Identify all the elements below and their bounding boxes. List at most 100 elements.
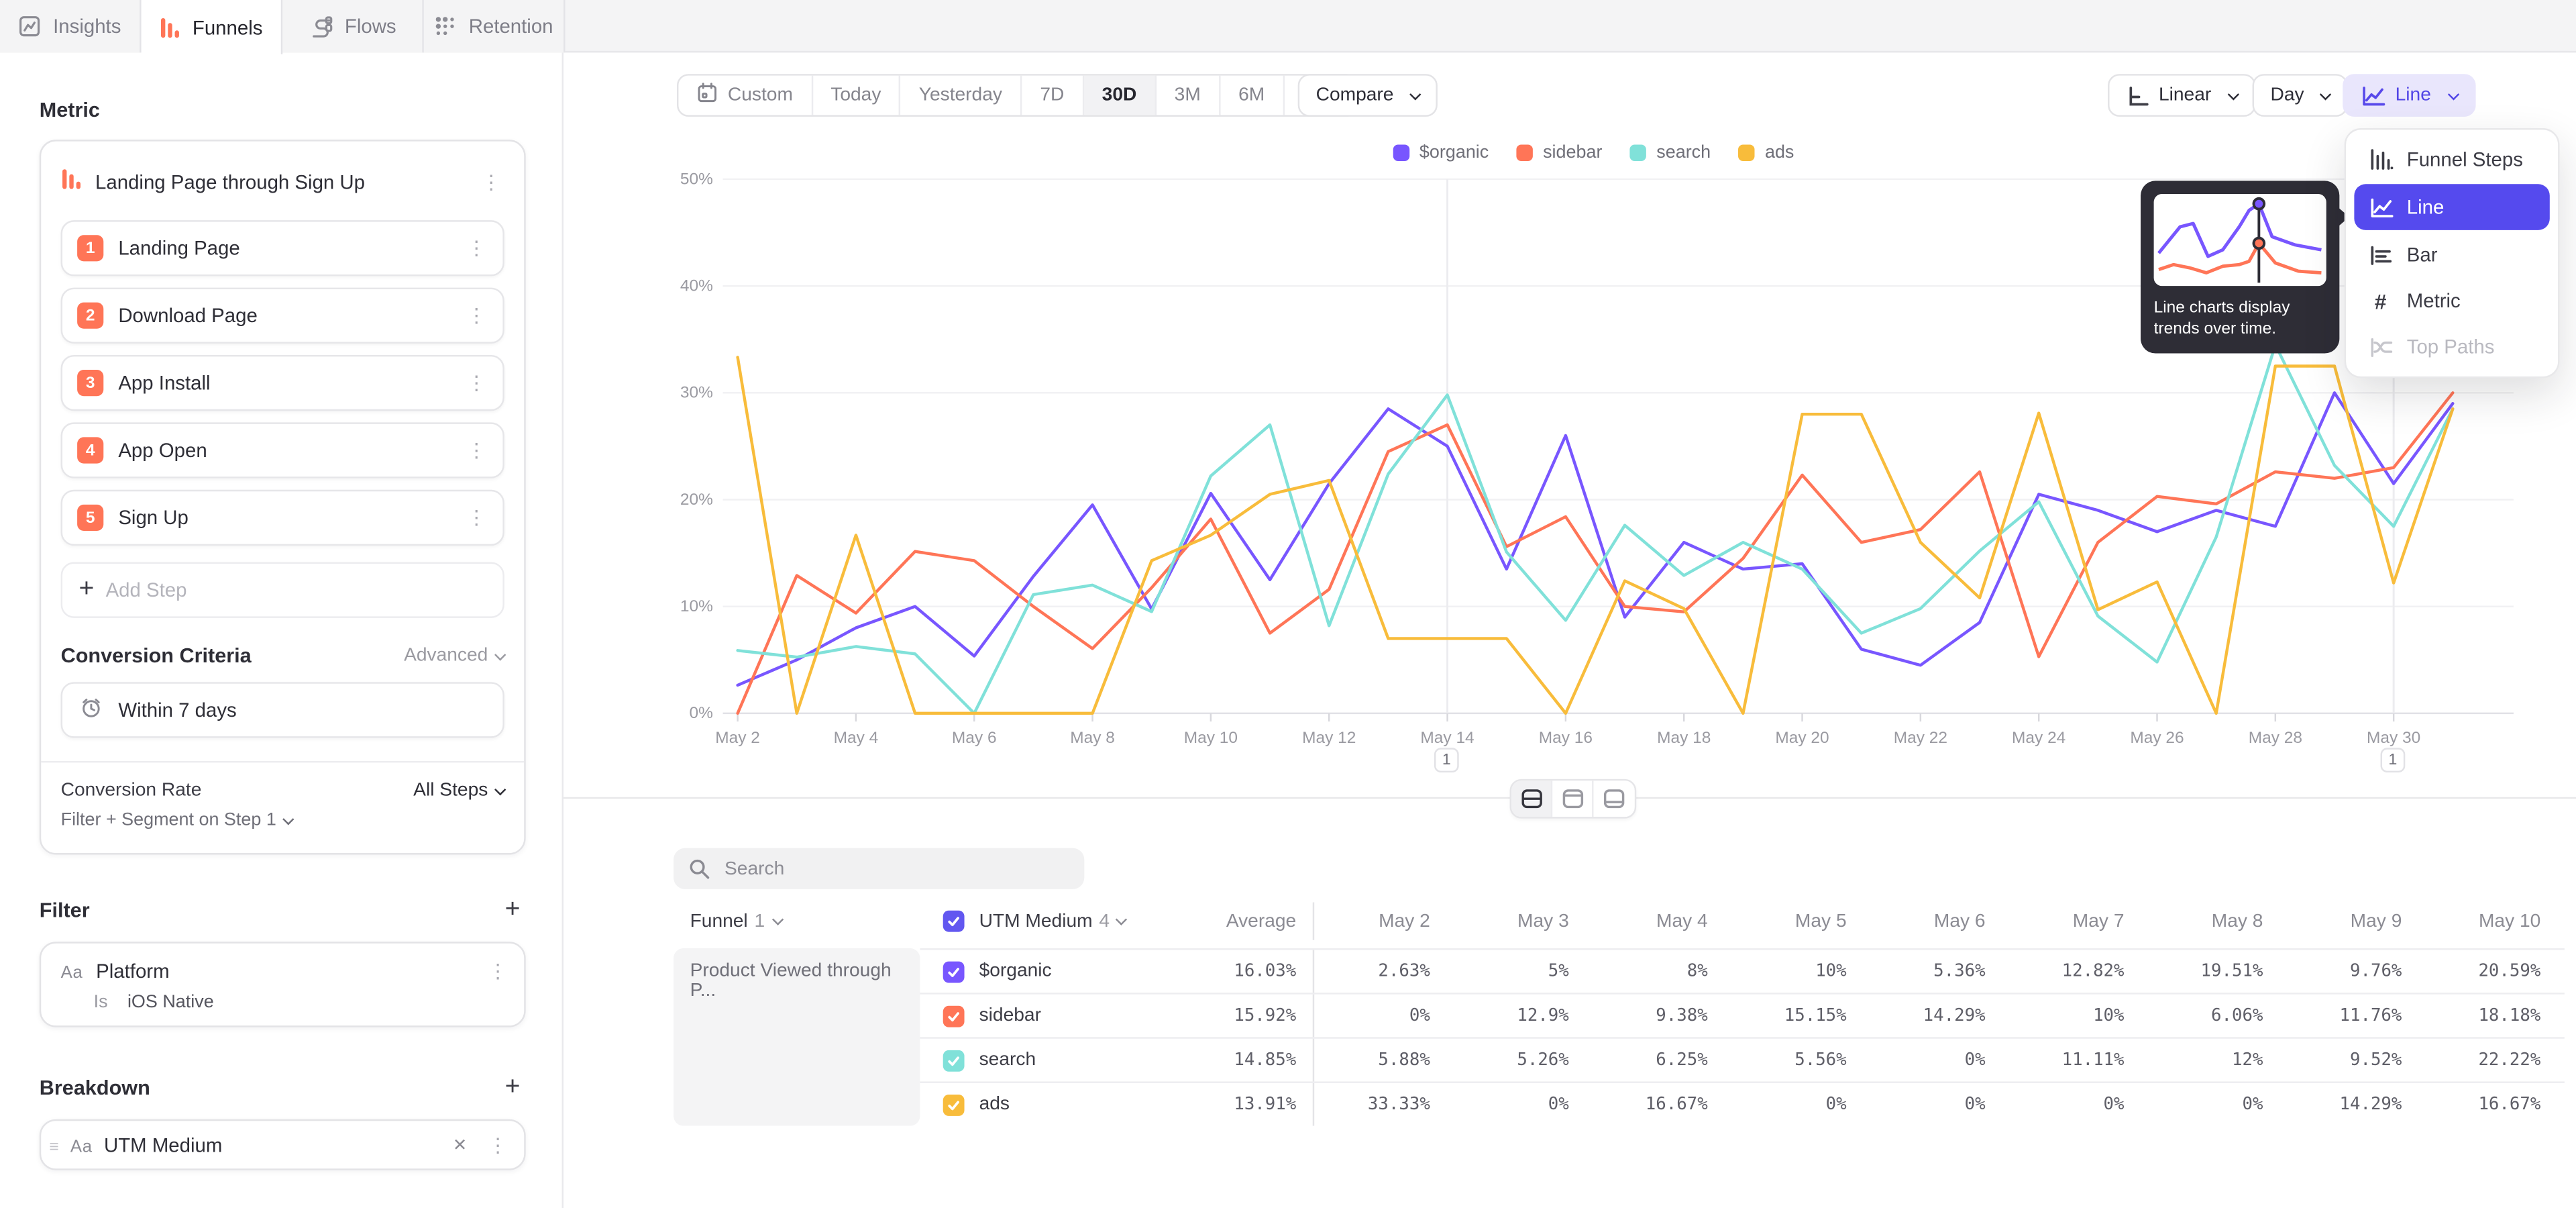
add-breakdown-button[interactable] (499, 1073, 525, 1103)
annotation-badge[interactable]: 1 (2381, 748, 2406, 772)
view-toggle-table-only[interactable] (1594, 781, 1635, 817)
table-row: ads13.91%33.33%0%16.67%0%0%0%0%14.29%16.… (920, 1081, 2564, 1125)
funnel-column-header[interactable]: Funnel 1 (674, 911, 920, 931)
date-column-header[interactable]: May 4 (1592, 911, 1731, 931)
series-line-ads[interactable] (738, 357, 2453, 713)
kebab-menu-icon[interactable] (484, 1134, 511, 1156)
row-checkbox[interactable] (943, 960, 965, 982)
date-column-header[interactable]: May 2 (1314, 911, 1453, 931)
conversion-window[interactable]: Within 7 days (61, 682, 504, 738)
legend-item[interactable]: ads (1739, 143, 1794, 162)
breakdown-column-header[interactable]: UTM Medium 4 (920, 911, 1150, 932)
tab-funnels[interactable]: Funnels (142, 0, 283, 54)
funnel-step[interactable]: 1Landing Page (61, 220, 504, 276)
svg-text:May 12: May 12 (1302, 729, 1356, 747)
add-filter-button[interactable] (499, 896, 525, 925)
kebab-menu-icon[interactable] (464, 439, 490, 462)
conversion-rate-dropdown[interactable]: All Steps (413, 781, 504, 800)
funnel-title: Landing Page through Sign Up (95, 171, 465, 194)
menu-item-bar[interactable]: Bar (2354, 234, 2549, 276)
filter-segment-dropdown[interactable]: Filter + Segment on Step 1 (61, 810, 504, 829)
range-30d[interactable]: 30D (1084, 76, 1157, 115)
granularity-dropdown[interactable]: Day (2253, 74, 2349, 117)
range-7d[interactable]: 7D (1022, 76, 1083, 115)
remove-breakdown-icon[interactable] (447, 1135, 473, 1154)
range-today[interactable]: Today (812, 76, 900, 115)
row-checkbox[interactable] (943, 1094, 965, 1115)
table-row: sidebar15.92%0%12.9%9.38%15.15%14.29%10%… (920, 993, 2564, 1037)
menu-item-line[interactable]: Line (2354, 184, 2549, 230)
search-input[interactable] (721, 857, 1069, 880)
funnel-header-label: Funnel (690, 911, 748, 931)
kebab-menu-icon[interactable] (464, 304, 490, 327)
kebab-menu-icon[interactable] (478, 171, 504, 194)
scale-label: Linear (2159, 85, 2211, 105)
funnel-name-cell[interactable]: Product Viewed through P... (674, 948, 920, 1125)
funnel-step[interactable]: 2Download Page (61, 288, 504, 344)
legend-label: ads (1765, 143, 1794, 162)
breakdown-header-count: 4 (1099, 911, 1110, 931)
range-6m[interactable]: 6M (1220, 76, 1284, 115)
date-column-header[interactable]: May 9 (2286, 911, 2425, 931)
funnel-step[interactable]: 4App Open (61, 422, 504, 478)
date-column-header[interactable]: May 3 (1453, 911, 1592, 931)
range-3m[interactable]: 3M (1157, 76, 1220, 115)
legend-item[interactable]: search (1630, 143, 1711, 162)
chart-type-dropdown[interactable]: Line (2343, 74, 2475, 117)
legend-item[interactable]: sidebar (1517, 143, 1603, 162)
view-toggle-chart-only[interactable] (1552, 781, 1593, 817)
tab-flows[interactable]: Flows (282, 0, 424, 52)
breakdown-property[interactable]: UTM Medium (104, 1134, 435, 1156)
search-icon (688, 858, 710, 879)
date-column-header[interactable]: May 7 (2008, 911, 2147, 931)
filter-operator[interactable]: Is (94, 993, 108, 1012)
range-label: 30D (1102, 85, 1137, 105)
select-all-checkbox[interactable] (943, 911, 965, 932)
date-column-header[interactable]: May 5 (1731, 911, 1870, 931)
tab-retention[interactable]: Retention (424, 0, 566, 52)
search-bar[interactable] (674, 848, 1084, 889)
row-checkbox[interactable] (943, 1050, 965, 1071)
svg-text:May 18: May 18 (1657, 729, 1711, 747)
kebab-menu-icon[interactable] (464, 237, 490, 260)
menu-item-funnel-steps[interactable]: Funnel Steps (2354, 138, 2549, 181)
chevron-down-icon (283, 813, 294, 824)
average-column-header: Average (1150, 902, 1314, 940)
range-label: 6M (1238, 85, 1265, 105)
svg-text:30%: 30% (680, 384, 713, 402)
range-yesterday[interactable]: Yesterday (901, 76, 1022, 115)
series-line-organic[interactable] (738, 393, 2453, 685)
tab-insights[interactable]: Insights (0, 0, 142, 52)
add-step-button[interactable]: Add Step (61, 562, 504, 618)
kebab-menu-icon[interactable] (464, 371, 490, 394)
view-toggle-split-view[interactable] (1511, 781, 1552, 817)
range-custom[interactable]: Custom (678, 76, 812, 115)
svg-text:May 28: May 28 (2249, 729, 2302, 747)
row-average: 13.91% (1150, 1083, 1314, 1126)
date-column-header[interactable]: May 6 (1870, 911, 2008, 931)
annotation-badge[interactable]: 1 (1434, 748, 1459, 772)
funnel-step[interactable]: 5Sign Up (61, 490, 504, 546)
kebab-menu-icon[interactable] (484, 960, 511, 983)
metric-card-header[interactable]: Landing Page through Sign Up (61, 158, 504, 207)
filter-value[interactable]: iOS Native (127, 993, 214, 1012)
advanced-dropdown[interactable]: Advanced (404, 646, 504, 665)
legend-swatch (1517, 145, 1533, 161)
row-average: 16.03% (1150, 950, 1314, 993)
menu-item-metric[interactable]: Metric (2354, 279, 2549, 322)
row-checkbox[interactable] (943, 1005, 965, 1027)
chart-type-menu: Funnel StepsLineBarMetricTop Paths (2345, 128, 2560, 378)
scale-dropdown[interactable]: Linear (2108, 74, 2255, 117)
compare-button[interactable]: Compare (1298, 74, 1438, 117)
funnel-step[interactable]: 3App Install (61, 355, 504, 411)
kebab-menu-icon[interactable] (464, 506, 490, 529)
step-label: Landing Page (118, 237, 463, 260)
drag-handle-icon[interactable] (49, 1130, 58, 1160)
step-label: Download Page (118, 304, 463, 327)
row-value-cell: 5.88% (1314, 1050, 1453, 1070)
legend-item[interactable]: $organic (1393, 143, 1489, 162)
filter-property[interactable]: Platform (96, 960, 472, 983)
date-column-header[interactable]: May 10 (2425, 911, 2564, 931)
svg-text:May 4: May 4 (834, 729, 879, 747)
date-column-header[interactable]: May 8 (2147, 911, 2286, 931)
